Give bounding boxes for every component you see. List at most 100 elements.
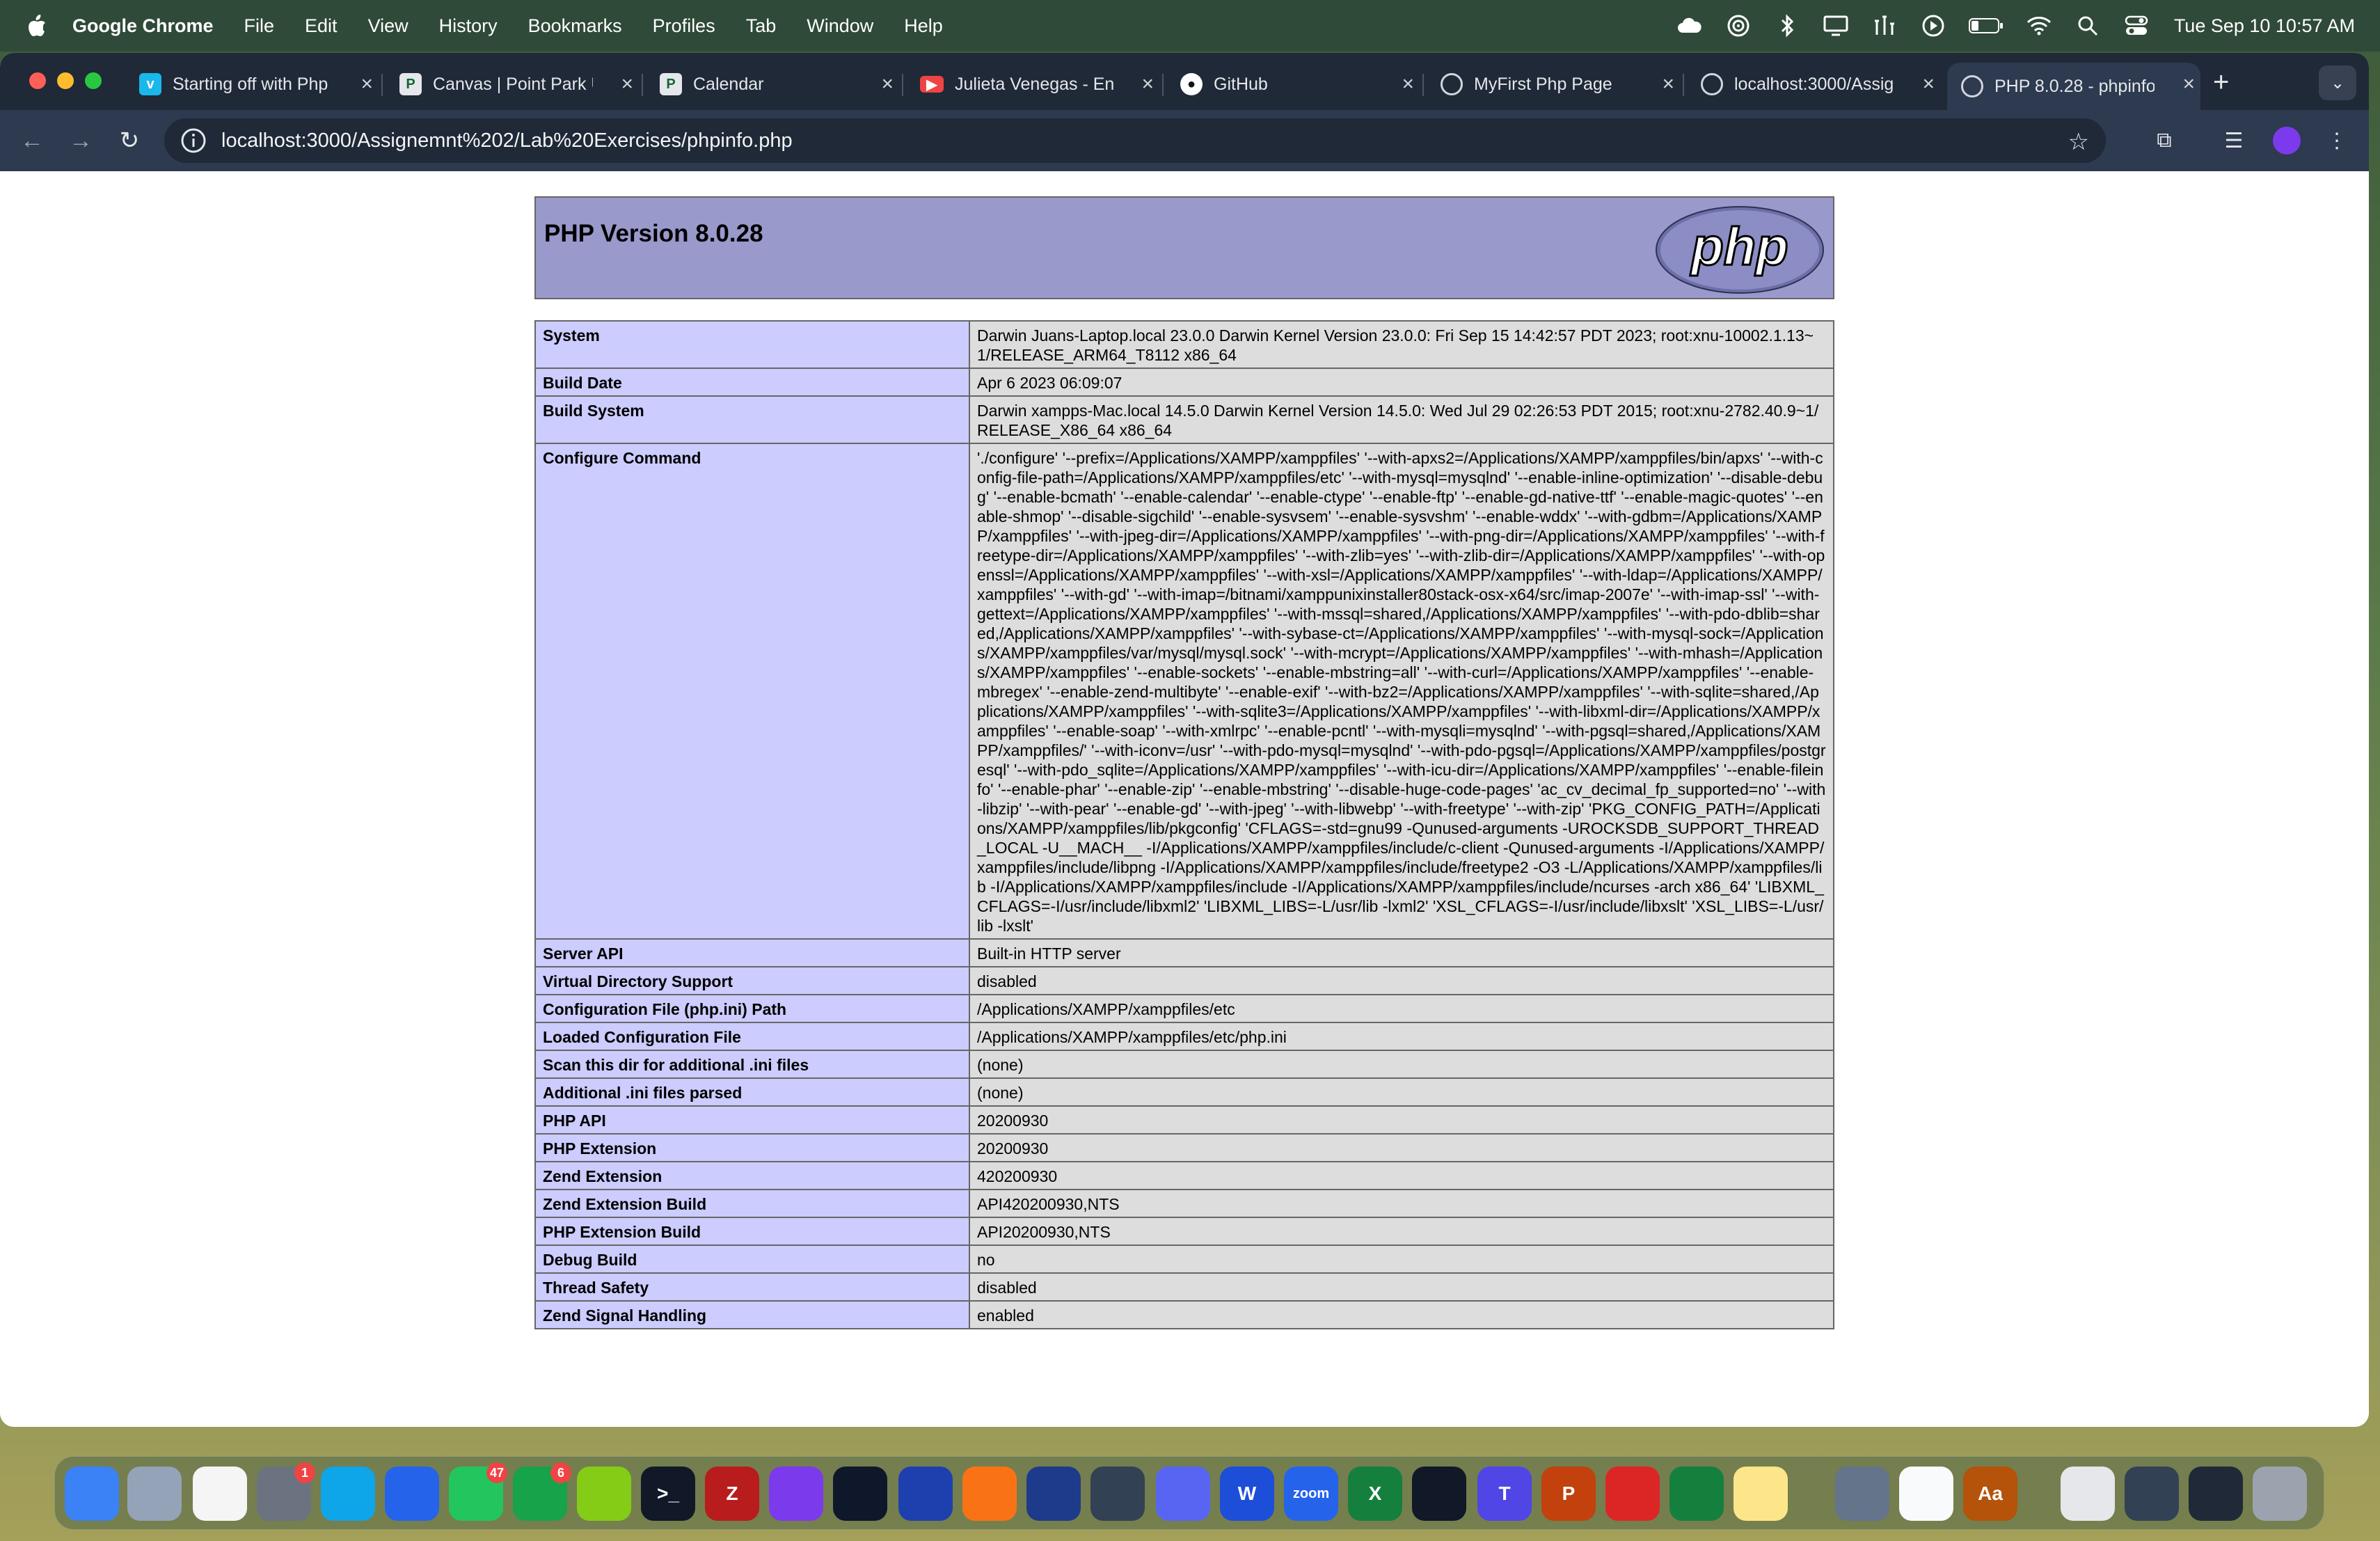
tab-search-button[interactable]: ⌄ [2319,65,2356,100]
app-store-icon[interactable] [385,1467,439,1521]
mcafee-icon[interactable] [1605,1467,1660,1521]
now-playing-icon[interactable] [1919,12,1947,40]
downloads-stack-icon[interactable] [2125,1467,2179,1521]
cloud-status-icon[interactable] [1676,12,1704,40]
tab-github[interactable]: ● GitHub × [1166,63,1420,106]
menu-history[interactable]: History [439,15,498,37]
facetime-icon[interactable]: 6 [513,1462,571,1521]
info-value: /Applications/XAMPP/xamppfiles/etc/php.i… [969,1022,1834,1051]
apple-menu-icon[interactable] [26,14,47,38]
menu-tab[interactable]: Tab [746,15,777,37]
battery-icon[interactable] [1968,12,2004,40]
messages-icon[interactable]: 47 [449,1462,507,1521]
trash-icon[interactable] [2253,1467,2307,1521]
close-icon[interactable]: × [1922,72,1935,96]
info-key: Zend Extension Build [534,1189,970,1218]
discord-icon[interactable] [1156,1467,1210,1521]
menu-profiles[interactable]: Profiles [653,15,715,37]
info-row: Configure Command './configure' '--prefix… [534,443,1834,940]
address-bar[interactable]: localhost:3000/Assignemnt%202/Lab%20Exer… [164,118,2106,163]
teams-icon[interactable]: T [1477,1467,1532,1521]
dictionary-icon[interactable]: Aa [1963,1467,2017,1521]
close-icon[interactable]: × [1141,72,1154,96]
pgadmin-icon[interactable] [1090,1467,1145,1521]
notes-icon[interactable] [1734,1467,1788,1521]
minecraft-icon[interactable] [1669,1467,1724,1521]
safari-icon[interactable] [321,1467,375,1521]
bluetooth-icon[interactable] [1773,12,1801,40]
terminal-icon[interactable]: >_ [641,1467,695,1521]
profile-avatar[interactable] [2273,127,2301,155]
github-desktop-icon[interactable] [769,1467,823,1521]
preview-icon[interactable] [1835,1467,1889,1521]
spotify-icon[interactable] [1412,1467,1466,1521]
menubar-clock[interactable]: Tue Sep 10 10:57 AM [2174,15,2355,37]
network-icon[interactable] [1871,12,1898,40]
filezilla-icon[interactable]: Z [705,1467,759,1521]
tab-title: MyFirst Php Page [1474,74,1612,94]
reload-button[interactable]: ↻ [113,124,146,157]
launchpad-icon[interactable] [127,1467,182,1521]
back-button[interactable]: ← [15,124,49,157]
info-value: /Applications/XAMPP/xamppfiles/etc [969,994,1834,1023]
minimize-window-button[interactable] [57,72,74,89]
screen-stack-icon[interactable] [2189,1467,2243,1521]
bookmark-star-icon[interactable]: ☆ [2068,128,2089,156]
tab-starting-off-with-php[interactable]: v Starting off with Php × [125,63,379,106]
airdrop-icon[interactable] [1724,12,1752,40]
clock-icon[interactable] [1899,1467,1953,1521]
close-icon[interactable]: × [1662,72,1674,96]
screen-mirroring-icon[interactable] [1822,12,1850,40]
finder-icon[interactable] [65,1467,119,1521]
menu-bookmarks[interactable]: Bookmarks [528,15,622,37]
info-value: enabled [969,1300,1834,1329]
menu-file[interactable]: File [244,15,275,37]
more-menu-icon[interactable]: ⋮ [2320,124,2354,157]
word-icon[interactable]: W [1220,1467,1274,1521]
pencil-app-icon[interactable] [962,1467,1017,1521]
maps-icon[interactable] [577,1467,631,1521]
notification-badge: 6 [550,1462,571,1483]
close-icon[interactable]: × [1402,72,1414,96]
spotlight-search-icon[interactable] [2074,12,2102,40]
zoom-icon[interactable]: zoom [1284,1467,1338,1521]
tab-phpinfo-active[interactable]: PHP 8.0.28 - phpinfo × [1947,63,2200,110]
chrome-icon[interactable] [193,1467,247,1521]
info-value: Built-in HTTP server [969,938,1834,967]
info-row: Server API Built-in HTTP server [534,938,1834,967]
tab-localhost-assignment[interactable]: localhost:3000/Assig × [1687,63,1940,106]
tab-canvas[interactable]: P Canvas | Point Park U × [386,63,639,106]
close-icon[interactable]: × [360,72,373,96]
powerpoint-icon[interactable]: P [1541,1467,1596,1521]
close-icon[interactable]: × [881,72,894,96]
mysql-workbench-icon[interactable] [1026,1467,1081,1521]
tab-julieta-venegas[interactable]: ▶ Julieta Venegas - En × [906,63,1159,106]
extensions-icon[interactable]: ⧉ [2148,124,2181,157]
menu-window[interactable]: Window [807,15,873,37]
system-settings-icon[interactable]: 1 [257,1462,315,1521]
zoom-window-button[interactable] [85,72,102,89]
excel-icon[interactable]: X [1348,1467,1402,1521]
address-url[interactable]: localhost:3000/Assignemnt%202/Lab%20Exer… [221,129,793,152]
virtualbox-icon[interactable] [898,1467,953,1521]
wifi-icon[interactable] [2025,12,2053,40]
menu-view[interactable]: View [368,15,408,37]
vscode-icon[interactable] [833,1467,887,1521]
tab-calendar[interactable]: P Calendar × [646,63,899,106]
forward-button[interactable]: → [64,124,97,157]
control-center-icon[interactable] [2123,12,2150,40]
menu-help[interactable]: Help [904,15,943,37]
document-icon[interactable] [2061,1467,2115,1521]
info-value: disabled [969,1272,1834,1302]
menu-app-name[interactable]: Google Chrome [72,15,214,37]
tab-myfirst-php-page[interactable]: MyFirst Php Page × [1427,63,1680,106]
close-window-button[interactable] [29,72,46,89]
menu-edit[interactable]: Edit [305,15,338,37]
reading-list-icon[interactable]: ☰ [2217,124,2251,157]
close-icon[interactable]: × [621,72,633,96]
new-tab-button[interactable]: + [2213,67,2229,98]
site-info-icon[interactable] [180,127,207,155]
calendar-icon: P [660,73,682,95]
info-row: Zend Signal Handling enabled [534,1300,1834,1329]
close-icon[interactable]: × [2182,72,2195,96]
